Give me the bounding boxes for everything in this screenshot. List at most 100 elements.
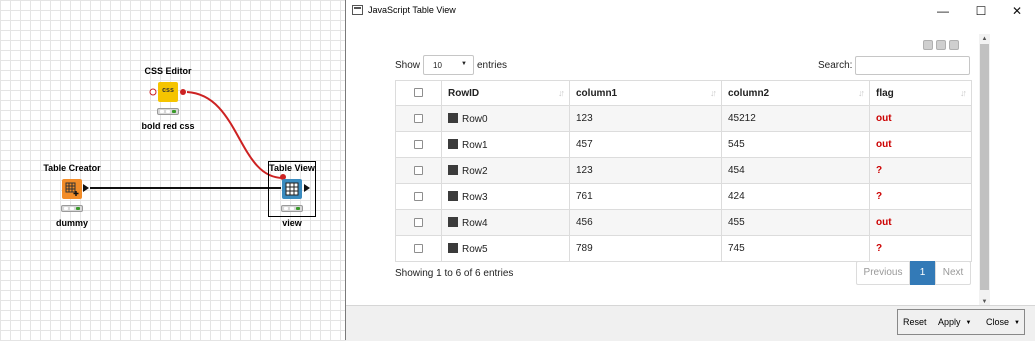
table-row[interactable]: Row2 123 454 ? xyxy=(395,157,972,184)
table-view-node-title: Table View xyxy=(269,163,315,173)
sort-icon: ↓↑ xyxy=(858,88,865,98)
column2-cell: 424 xyxy=(721,183,870,210)
sort-icon: ↓↑ xyxy=(960,88,967,98)
view-toolbar xyxy=(923,40,962,53)
column-header-label: column2 xyxy=(728,87,770,99)
column-header-column2[interactable]: column2 ↓↑ xyxy=(721,80,870,106)
minimize-button[interactable]: — xyxy=(924,0,962,22)
table-view-icon[interactable] xyxy=(282,179,302,199)
column2-cell: 454 xyxy=(721,157,870,184)
row-color-swatch xyxy=(448,190,458,201)
row-color-swatch xyxy=(448,216,458,227)
table-view-status-icon xyxy=(281,205,303,212)
menu-icon[interactable] xyxy=(949,40,959,50)
table-creator-node-title: Table Creator xyxy=(43,163,101,173)
apply-dropdown-icon[interactable]: ▼ xyxy=(966,320,972,326)
show-label: Show xyxy=(395,60,421,71)
table-view-output-port[interactable] xyxy=(304,184,310,192)
row-checkbox[interactable] xyxy=(414,217,423,227)
title-bar[interactable]: JavaScript Table View — ☐ ✕ xyxy=(346,0,1035,22)
row-id-cell: Row4 xyxy=(462,217,488,229)
javascript-table-view-window: JavaScript Table View — ☐ ✕ Show 10 ▼ en… xyxy=(345,0,1035,341)
column1-cell: 457 xyxy=(569,131,722,158)
table-row[interactable]: Row0 123 45212 out xyxy=(395,105,972,132)
column-header-rowid[interactable]: RowID ↓↑ xyxy=(441,80,570,106)
page-length-select[interactable]: 10 ▼ xyxy=(423,55,474,75)
row-id-cell: Row1 xyxy=(462,139,488,151)
table-grid-icon xyxy=(285,182,299,196)
table-row[interactable]: Row4 456 455 out xyxy=(395,209,972,236)
reset-button[interactable]: Reset xyxy=(903,317,927,327)
row-color-swatch xyxy=(448,112,458,123)
select-all-header[interactable] xyxy=(395,80,442,106)
data-table: RowID ↓↑ column1 ↓↑ column2 ↓↑ flag ↓↑ Row0 … xyxy=(395,80,972,262)
table-creator-icon[interactable] xyxy=(62,179,82,199)
next-page-button[interactable]: Next xyxy=(935,261,971,285)
css-editor-node-title: CSS Editor xyxy=(144,66,192,76)
table-row[interactable]: Row3 761 424 ? xyxy=(395,183,972,210)
flag-cell: ? xyxy=(869,183,972,210)
css-output-port xyxy=(180,89,186,95)
column-header-flag[interactable]: flag ↓↑ xyxy=(869,80,972,106)
row-id-cell: Row3 xyxy=(462,191,488,203)
column2-cell: 455 xyxy=(721,209,870,236)
table-row[interactable]: Row1 457 545 out xyxy=(395,131,972,158)
column-header-column1[interactable]: column1 ↓↑ xyxy=(569,80,722,106)
flag-cell: out xyxy=(869,105,972,132)
row-checkbox[interactable] xyxy=(414,243,423,253)
row-color-swatch xyxy=(448,138,458,149)
apply-button-label: Apply xyxy=(938,317,961,327)
row-id-cell: Row0 xyxy=(462,113,488,125)
sort-icon: ↓↑ xyxy=(710,88,717,98)
search-label: Search: xyxy=(818,60,853,71)
table-creator-output-port[interactable] xyxy=(83,184,89,192)
vertical-scrollbar[interactable]: ▲ ▼ xyxy=(979,34,990,307)
row-checkbox[interactable] xyxy=(414,165,423,175)
css-editor-status-icon xyxy=(157,108,179,115)
column-header-label: RowID xyxy=(448,87,480,99)
chevron-down-icon: ▼ xyxy=(461,61,467,67)
column1-cell: 123 xyxy=(569,105,722,132)
column2-cell: 745 xyxy=(721,235,870,262)
column1-cell: 761 xyxy=(569,183,722,210)
sort-icon: ↓↑ xyxy=(558,88,565,98)
page-length-value: 10 xyxy=(433,61,442,70)
css-editor-icon[interactable]: css xyxy=(158,82,178,102)
select-all-checkbox[interactable] xyxy=(414,88,423,98)
column1-cell: 123 xyxy=(569,157,722,184)
column1-cell: 789 xyxy=(569,235,722,262)
css-input-port xyxy=(149,88,157,96)
selection-toggle-icon[interactable] xyxy=(923,40,933,50)
row-checkbox[interactable] xyxy=(414,113,423,123)
table-view-node-label[interactable]: view xyxy=(272,218,312,228)
entries-label: entries xyxy=(477,60,508,71)
scroll-up-icon[interactable]: ▲ xyxy=(979,34,990,44)
previous-page-button[interactable]: Previous xyxy=(856,261,910,285)
search-input[interactable] xyxy=(855,56,970,75)
close-button[interactable]: Close ▼ xyxy=(986,317,1020,327)
css-editor-node-label[interactable]: bold red css xyxy=(138,121,198,131)
close-button-label: Close xyxy=(986,317,1010,327)
row-checkbox[interactable] xyxy=(414,191,423,201)
flag-cell: ? xyxy=(869,235,972,262)
page-1-button[interactable]: 1 xyxy=(910,261,935,285)
row-checkbox[interactable] xyxy=(414,139,423,149)
table-row[interactable]: Row5 789 745 ? xyxy=(395,235,972,262)
css-icon-text: css xyxy=(162,87,174,94)
column2-cell: 45212 xyxy=(721,105,870,132)
table-info-text: Showing 1 to 6 of 6 entries xyxy=(395,268,514,279)
table-creator-node-label[interactable]: dummy xyxy=(52,218,92,228)
grid-plus-icon xyxy=(65,182,79,196)
table-creator-status-icon xyxy=(61,205,83,212)
row-id-cell: Row5 xyxy=(462,243,488,255)
apply-button[interactable]: Apply ▼ xyxy=(938,317,971,327)
row-color-swatch xyxy=(448,164,458,175)
maximize-button[interactable]: ☐ xyxy=(962,0,1000,22)
column2-cell: 545 xyxy=(721,131,870,158)
view-content: Show 10 ▼ entries Search: RowID ↓↑ column… xyxy=(347,22,1035,307)
scrollbar-thumb[interactable] xyxy=(980,44,989,290)
close-window-button[interactable]: ✕ xyxy=(998,0,1035,22)
close-dropdown-icon[interactable]: ▼ xyxy=(1014,320,1020,326)
fullscreen-icon[interactable] xyxy=(936,40,946,50)
flag-cell: out xyxy=(869,131,972,158)
